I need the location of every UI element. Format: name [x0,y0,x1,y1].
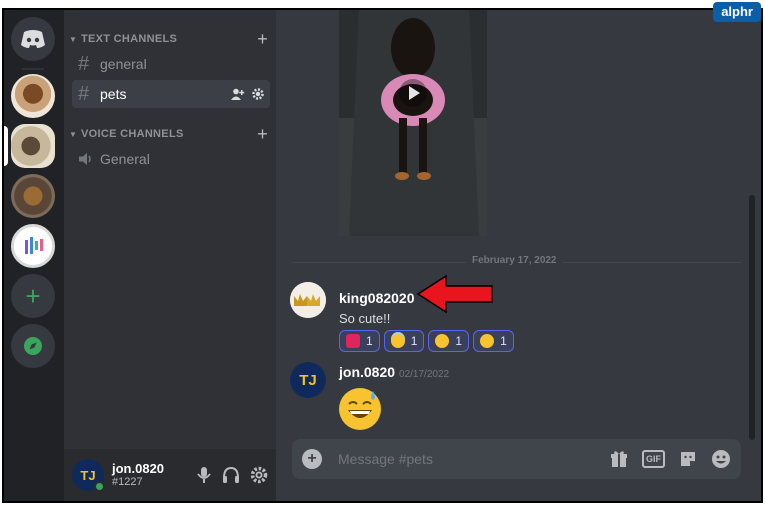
message-composer: + Message #pets GIF [292,439,741,479]
reactions-row: 1 1 1 1 [339,330,514,352]
create-channel-icon[interactable]: + [257,29,268,50]
discord-home-button[interactable] [11,17,55,61]
server-dog-3[interactable] [11,174,55,218]
reaction-kiss[interactable]: 1 [428,330,470,352]
channel-general[interactable]: # general [72,50,270,78]
explore-servers-button[interactable] [11,324,55,368]
red-arrow-annotation [416,274,493,314]
reaction-halo[interactable]: 1 [383,330,425,352]
halo-face-icon [390,334,405,348]
scrollbar[interactable] [749,195,755,440]
compass-icon [24,337,42,355]
online-status-icon [94,481,105,492]
heart-icon [346,334,360,348]
chevron-down-icon: ▼ [69,129,78,139]
invite-icon[interactable] [231,88,245,100]
avatar-text: TJ [80,467,96,483]
message-input[interactable]: Message #pets [338,451,433,467]
reaction-smile[interactable]: 1 [473,330,514,352]
add-server-button[interactable]: + [11,274,55,318]
smile-face-icon [480,334,495,348]
username: jon.0820 [112,460,165,476]
user-panel: TJ jon.0820 #1227 [64,449,276,501]
voice-channel-general[interactable]: General [72,145,270,173]
plus-icon: + [25,281,41,311]
message-timestamp: 02/17/2022 [399,369,450,380]
avatar[interactable]: TJ [290,362,326,398]
video-attachment[interactable] [339,10,487,236]
discord-window: + ▼ TEXT CHANNELS + # general # pets ▼ V… [2,8,763,503]
alphr-watermark: alphr [713,2,761,22]
channel-pets[interactable]: # pets [72,80,270,108]
user-settings-gear-icon[interactable] [250,466,268,484]
date-divider: February 17, 2022 [466,255,563,266]
chat-area: February 17, 2022 king082020 So cute!! 1 [276,10,761,501]
message-author[interactable]: king082020 [339,290,415,306]
channel-label: General [100,151,150,167]
server-rail: + [4,10,64,501]
dog-video-thumbnail [339,10,487,236]
add-attachment-button[interactable]: + [302,449,322,469]
reaction-count: 1 [455,334,463,348]
message-text: So cute!! [339,311,391,326]
active-server-pill [4,126,8,166]
reaction-count: 1 [500,334,507,348]
voice-channels-category[interactable]: ▼ VOICE CHANNELS + [69,124,268,145]
speaker-icon [78,152,100,166]
reaction-heart[interactable]: 1 [339,330,380,352]
channel-label: general [100,56,147,72]
gift-icon[interactable] [610,450,628,468]
message-jon0820: TJ jon.0820 02/17/2022 [290,362,741,432]
hash-icon: # [78,52,90,75]
reaction-count: 1 [366,334,373,348]
create-channel-icon[interactable]: + [257,124,268,145]
emoji-picker-icon[interactable] [711,449,731,469]
channel-sidebar: ▼ TEXT CHANNELS + # general # pets ▼ VOI… [64,10,276,501]
hash-icon: # [78,82,90,105]
bars-logo-icon [25,237,43,254]
server-dachshund-1[interactable] [11,74,55,118]
user-tag: #1227 [112,476,143,489]
message-author[interactable]: jon.0820 [339,364,395,380]
server-dog-2[interactable] [11,124,55,168]
server-bars[interactable] [11,224,55,268]
discord-logo-icon [21,30,45,48]
rail-separator [22,68,44,70]
sweat-smile-icon [339,388,381,430]
crowns-avatar-icon [290,282,326,318]
category-label: TEXT CHANNELS [81,33,178,45]
text-channels-category[interactable]: ▼ TEXT CHANNELS + [69,29,268,50]
channel-label: pets [100,86,127,102]
message-author-line: jon.0820 02/17/2022 [339,364,449,380]
kiss-face-icon [435,334,450,348]
avatar-text: TJ [299,371,317,389]
avatar[interactable] [290,282,326,318]
sticker-icon[interactable] [679,450,697,468]
avatar[interactable]: TJ [72,459,105,492]
reaction-count: 1 [410,334,418,348]
message-king082020: king082020 So cute!! 1 1 1 1 [290,282,741,352]
chevron-down-icon: ▼ [69,34,78,44]
microphone-icon[interactable] [196,466,212,484]
headphones-icon[interactable] [222,466,240,484]
gif-icon[interactable]: GIF [642,450,665,468]
gear-icon[interactable] [252,88,264,100]
category-label: VOICE CHANNELS [81,128,184,140]
